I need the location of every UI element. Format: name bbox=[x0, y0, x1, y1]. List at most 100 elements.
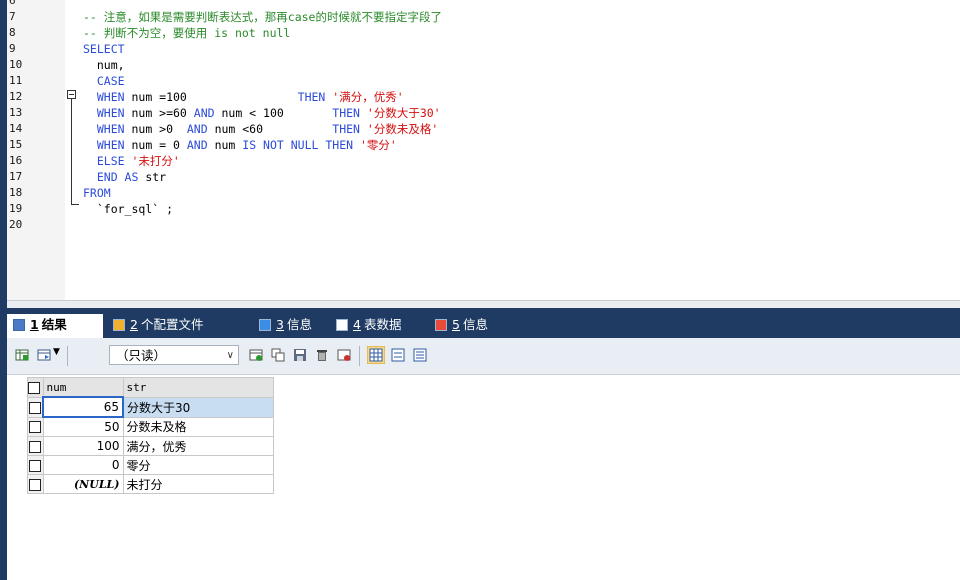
save-icon[interactable] bbox=[293, 348, 307, 362]
code-line[interactable]: 15 WHEN num = 0 AND num IS NOT NULL THEN… bbox=[7, 137, 960, 153]
line-number: 15 bbox=[9, 138, 23, 151]
result-tabbar: 1 结果 2 个配置文件 3 信息 4 表数据 5 信息 bbox=[7, 308, 960, 338]
form-view-icon[interactable] bbox=[391, 348, 405, 362]
code-line[interactable]: 18 FROM bbox=[7, 185, 960, 201]
readonly-select[interactable]: （只读） ∨ bbox=[109, 345, 239, 365]
toolbar-separator bbox=[67, 346, 68, 366]
code-token: `for_sql` ; bbox=[83, 202, 174, 216]
left-sidebar-edge bbox=[0, 0, 7, 580]
code-token: WHEN bbox=[83, 122, 132, 136]
code-token: ELSE bbox=[83, 154, 132, 168]
line-number: 13 bbox=[9, 106, 23, 119]
table-row[interactable]: 100 满分，优秀 bbox=[27, 436, 274, 456]
import-grid-icon[interactable] bbox=[37, 348, 51, 362]
code-line[interactable]: 19 `for_sql` ; bbox=[7, 201, 960, 217]
column-header-str[interactable]: str bbox=[122, 377, 274, 398]
row-checkbox[interactable] bbox=[27, 455, 44, 475]
code-line[interactable]: 10 num, bbox=[7, 57, 960, 73]
line-number: 11 bbox=[9, 74, 23, 87]
code-token: str bbox=[145, 170, 167, 184]
cell-str[interactable]: 满分，优秀 bbox=[122, 436, 274, 456]
code-token: FROM bbox=[83, 186, 111, 200]
result-grid-icon bbox=[13, 319, 25, 331]
sql-editor[interactable]: 6 7 -- 注意，如果是需要判断表达式，那再case的时候就不要指定字段了 8 -- … bbox=[7, 0, 960, 300]
code-token: -- 判断不为空，要使用 is not null bbox=[83, 26, 291, 40]
result-grid-area: num str 65 分数大于30 50 分数未及格 100 满分，优秀 0 零分 (NULL)… bbox=[7, 375, 960, 580]
tab-1[interactable]: 1 结果 bbox=[7, 314, 103, 338]
tab-2[interactable]: 2 个配置文件 bbox=[107, 314, 249, 336]
export-grid-icon[interactable] bbox=[15, 348, 29, 362]
tab-number: 1 bbox=[30, 317, 39, 332]
code-line[interactable]: 12 WHEN num =100 THEN '满分，优秀' bbox=[7, 89, 960, 105]
code-line[interactable]: 14 WHEN num >0 AND num <60 THEN '分数未及格' bbox=[7, 121, 960, 137]
tab-5[interactable]: 5 信息 bbox=[429, 314, 509, 336]
tab-label: 信息 bbox=[462, 317, 488, 332]
code-text: CASE bbox=[83, 73, 125, 89]
code-line[interactable]: 11 CASE bbox=[7, 73, 960, 89]
code-token: num =100 bbox=[131, 90, 298, 104]
code-token: '未打分' bbox=[131, 154, 180, 168]
code-token: IS NOT NULL THEN bbox=[242, 138, 360, 152]
cell-str[interactable]: 分数大于30 bbox=[122, 396, 274, 418]
code-line[interactable]: 8 -- 判断不为空，要使用 is not null bbox=[7, 25, 960, 41]
table-row[interactable]: 0 零分 bbox=[27, 455, 274, 475]
tab-3[interactable]: 3 信息 bbox=[253, 314, 327, 336]
column-header-num[interactable]: num bbox=[42, 377, 124, 398]
add-row-icon[interactable] bbox=[249, 348, 263, 362]
row-checkbox[interactable] bbox=[27, 396, 44, 418]
table-row[interactable]: 50 分数未及格 bbox=[27, 416, 274, 437]
code-token: CASE bbox=[83, 74, 125, 88]
grid-header-row: num str bbox=[27, 377, 274, 398]
grid-view-icon[interactable] bbox=[367, 346, 385, 364]
profile-icon bbox=[113, 319, 125, 331]
code-token: '零分' bbox=[359, 138, 397, 152]
line-number: 19 bbox=[9, 202, 23, 215]
line-number: 18 bbox=[9, 186, 23, 199]
cell-num[interactable]: 100 bbox=[42, 436, 124, 456]
code-line[interactable]: 13 WHEN num >=60 AND num < 100 THEN '分数大… bbox=[7, 105, 960, 121]
cell-num[interactable]: 50 bbox=[42, 416, 124, 437]
select-all-checkbox[interactable] bbox=[27, 377, 44, 398]
chevron-down-icon[interactable]: ▼ bbox=[53, 347, 60, 357]
cell-str[interactable]: 分数未及格 bbox=[122, 416, 274, 437]
code-line[interactable]: 7 -- 注意，如果是需要判断表达式，那再case的时候就不要指定字段了 bbox=[7, 9, 960, 25]
cell-str[interactable]: 零分 bbox=[122, 455, 274, 475]
code-line[interactable]: 16 ELSE '未打分' bbox=[7, 153, 960, 169]
cell-num[interactable]: (NULL) bbox=[42, 474, 124, 494]
delete-icon[interactable] bbox=[315, 348, 329, 362]
line-number: 7 bbox=[9, 10, 16, 23]
code-token: AND bbox=[186, 138, 215, 152]
row-checkbox[interactable] bbox=[27, 416, 44, 437]
row-checkbox[interactable] bbox=[27, 474, 44, 494]
table-row[interactable]: 65 分数大于30 bbox=[27, 396, 274, 418]
info-icon bbox=[259, 319, 271, 331]
code-text: WHEN num =100 THEN '满分，优秀' bbox=[83, 89, 404, 105]
code-token: WHEN bbox=[83, 90, 132, 104]
tab-label: 信息 bbox=[286, 317, 312, 332]
tab-4[interactable]: 4 表数据 bbox=[330, 314, 426, 336]
code-line[interactable]: 6 bbox=[7, 0, 960, 9]
code-token: num >=60 bbox=[131, 106, 194, 120]
cell-num[interactable]: 0 bbox=[42, 455, 124, 475]
code-token: THEN bbox=[297, 90, 333, 104]
code-token: num = 0 bbox=[131, 138, 187, 152]
tab-number: 5 bbox=[452, 317, 460, 332]
code-token: '分数未及格' bbox=[366, 122, 439, 136]
cell-num[interactable]: 65 bbox=[42, 396, 124, 418]
line-number: 14 bbox=[9, 122, 23, 135]
code-line[interactable]: 17 END AS str bbox=[7, 169, 960, 185]
cell-str[interactable]: 未打分 bbox=[122, 474, 274, 494]
duplicate-row-icon[interactable] bbox=[271, 348, 285, 362]
code-text: -- 判断不为空，要使用 is not null bbox=[83, 25, 290, 41]
select-arrow-icon: ∨ bbox=[226, 350, 234, 361]
toolbar-separator bbox=[359, 346, 360, 366]
code-line[interactable]: 20 bbox=[7, 217, 960, 233]
code-token: num, bbox=[83, 58, 125, 72]
code-token: THEN bbox=[332, 122, 367, 136]
text-view-icon[interactable] bbox=[413, 348, 427, 362]
code-line[interactable]: 9 SELECT bbox=[7, 41, 960, 57]
table-row[interactable]: (NULL) 未打分 bbox=[27, 474, 274, 494]
cancel-changes-icon[interactable] bbox=[337, 348, 351, 362]
row-checkbox[interactable] bbox=[27, 436, 44, 456]
result-toolbar: ▼ （只读） ∨ bbox=[7, 338, 960, 375]
